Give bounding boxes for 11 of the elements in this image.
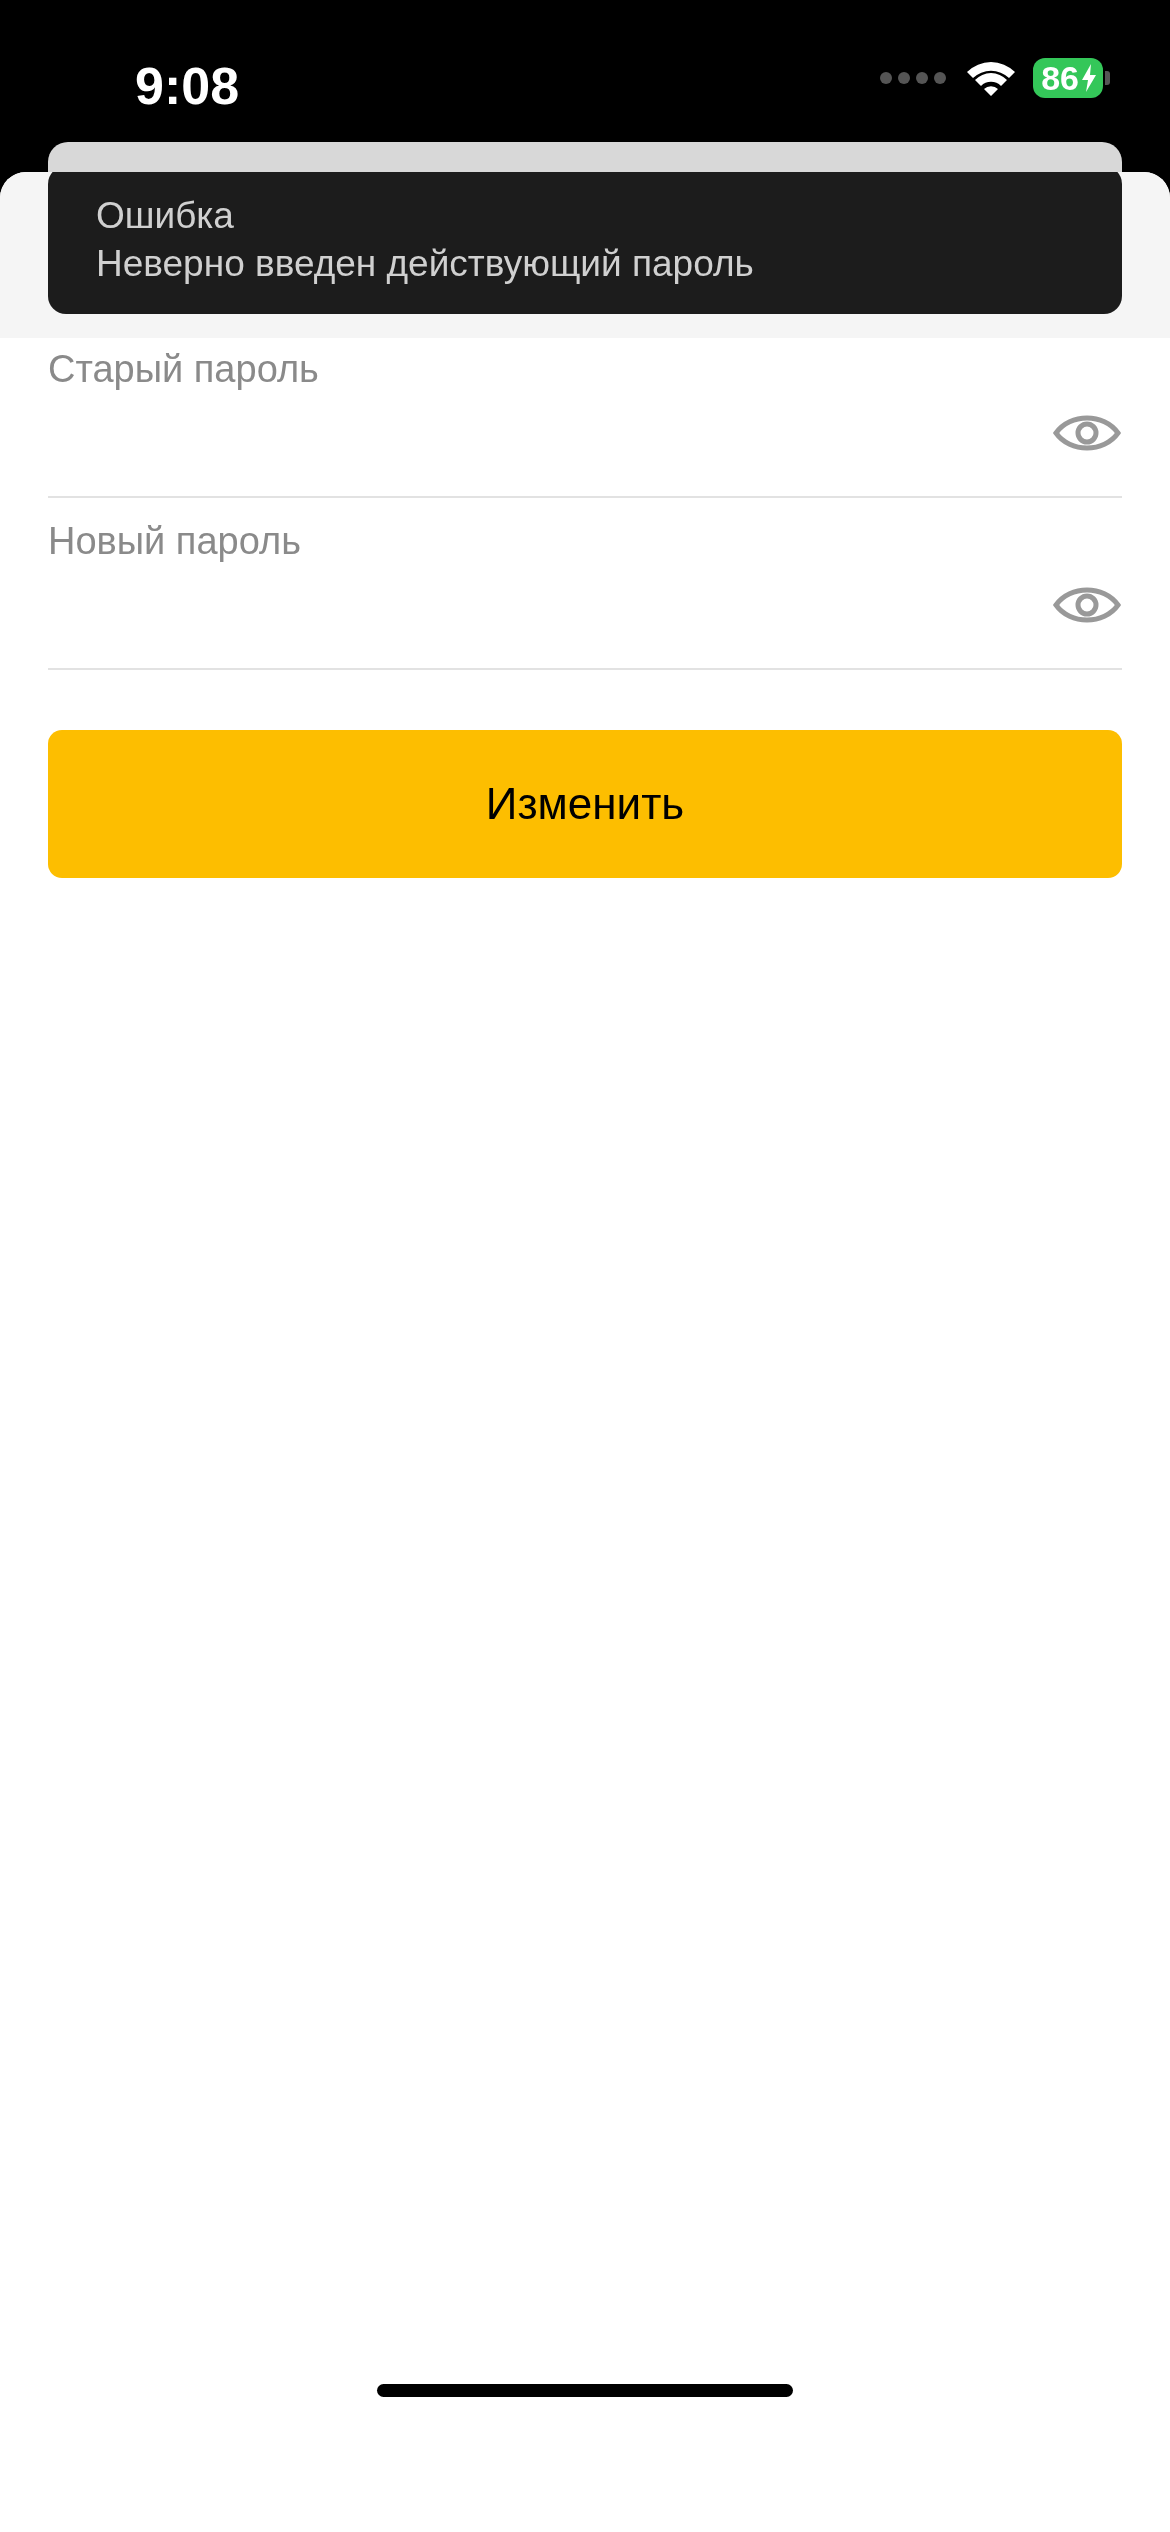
password-field[interactable]: Новый пароль [48,498,1122,670]
toast-title: Ошибка [96,195,235,237]
battery-percent: 86 [1041,58,1079,98]
toast-message: Неверно введен действующий пароль [96,243,755,285]
password-field[interactable]: Старый пароль [48,338,1122,498]
status-time: 9:08 [135,56,240,116]
field-label: Новый пароль [48,520,301,563]
battery-cap [1105,71,1110,85]
field-label: Старый пароль [48,348,319,391]
wifi-icon [965,59,1018,97]
submit-button[interactable]: Изменить [48,730,1122,878]
